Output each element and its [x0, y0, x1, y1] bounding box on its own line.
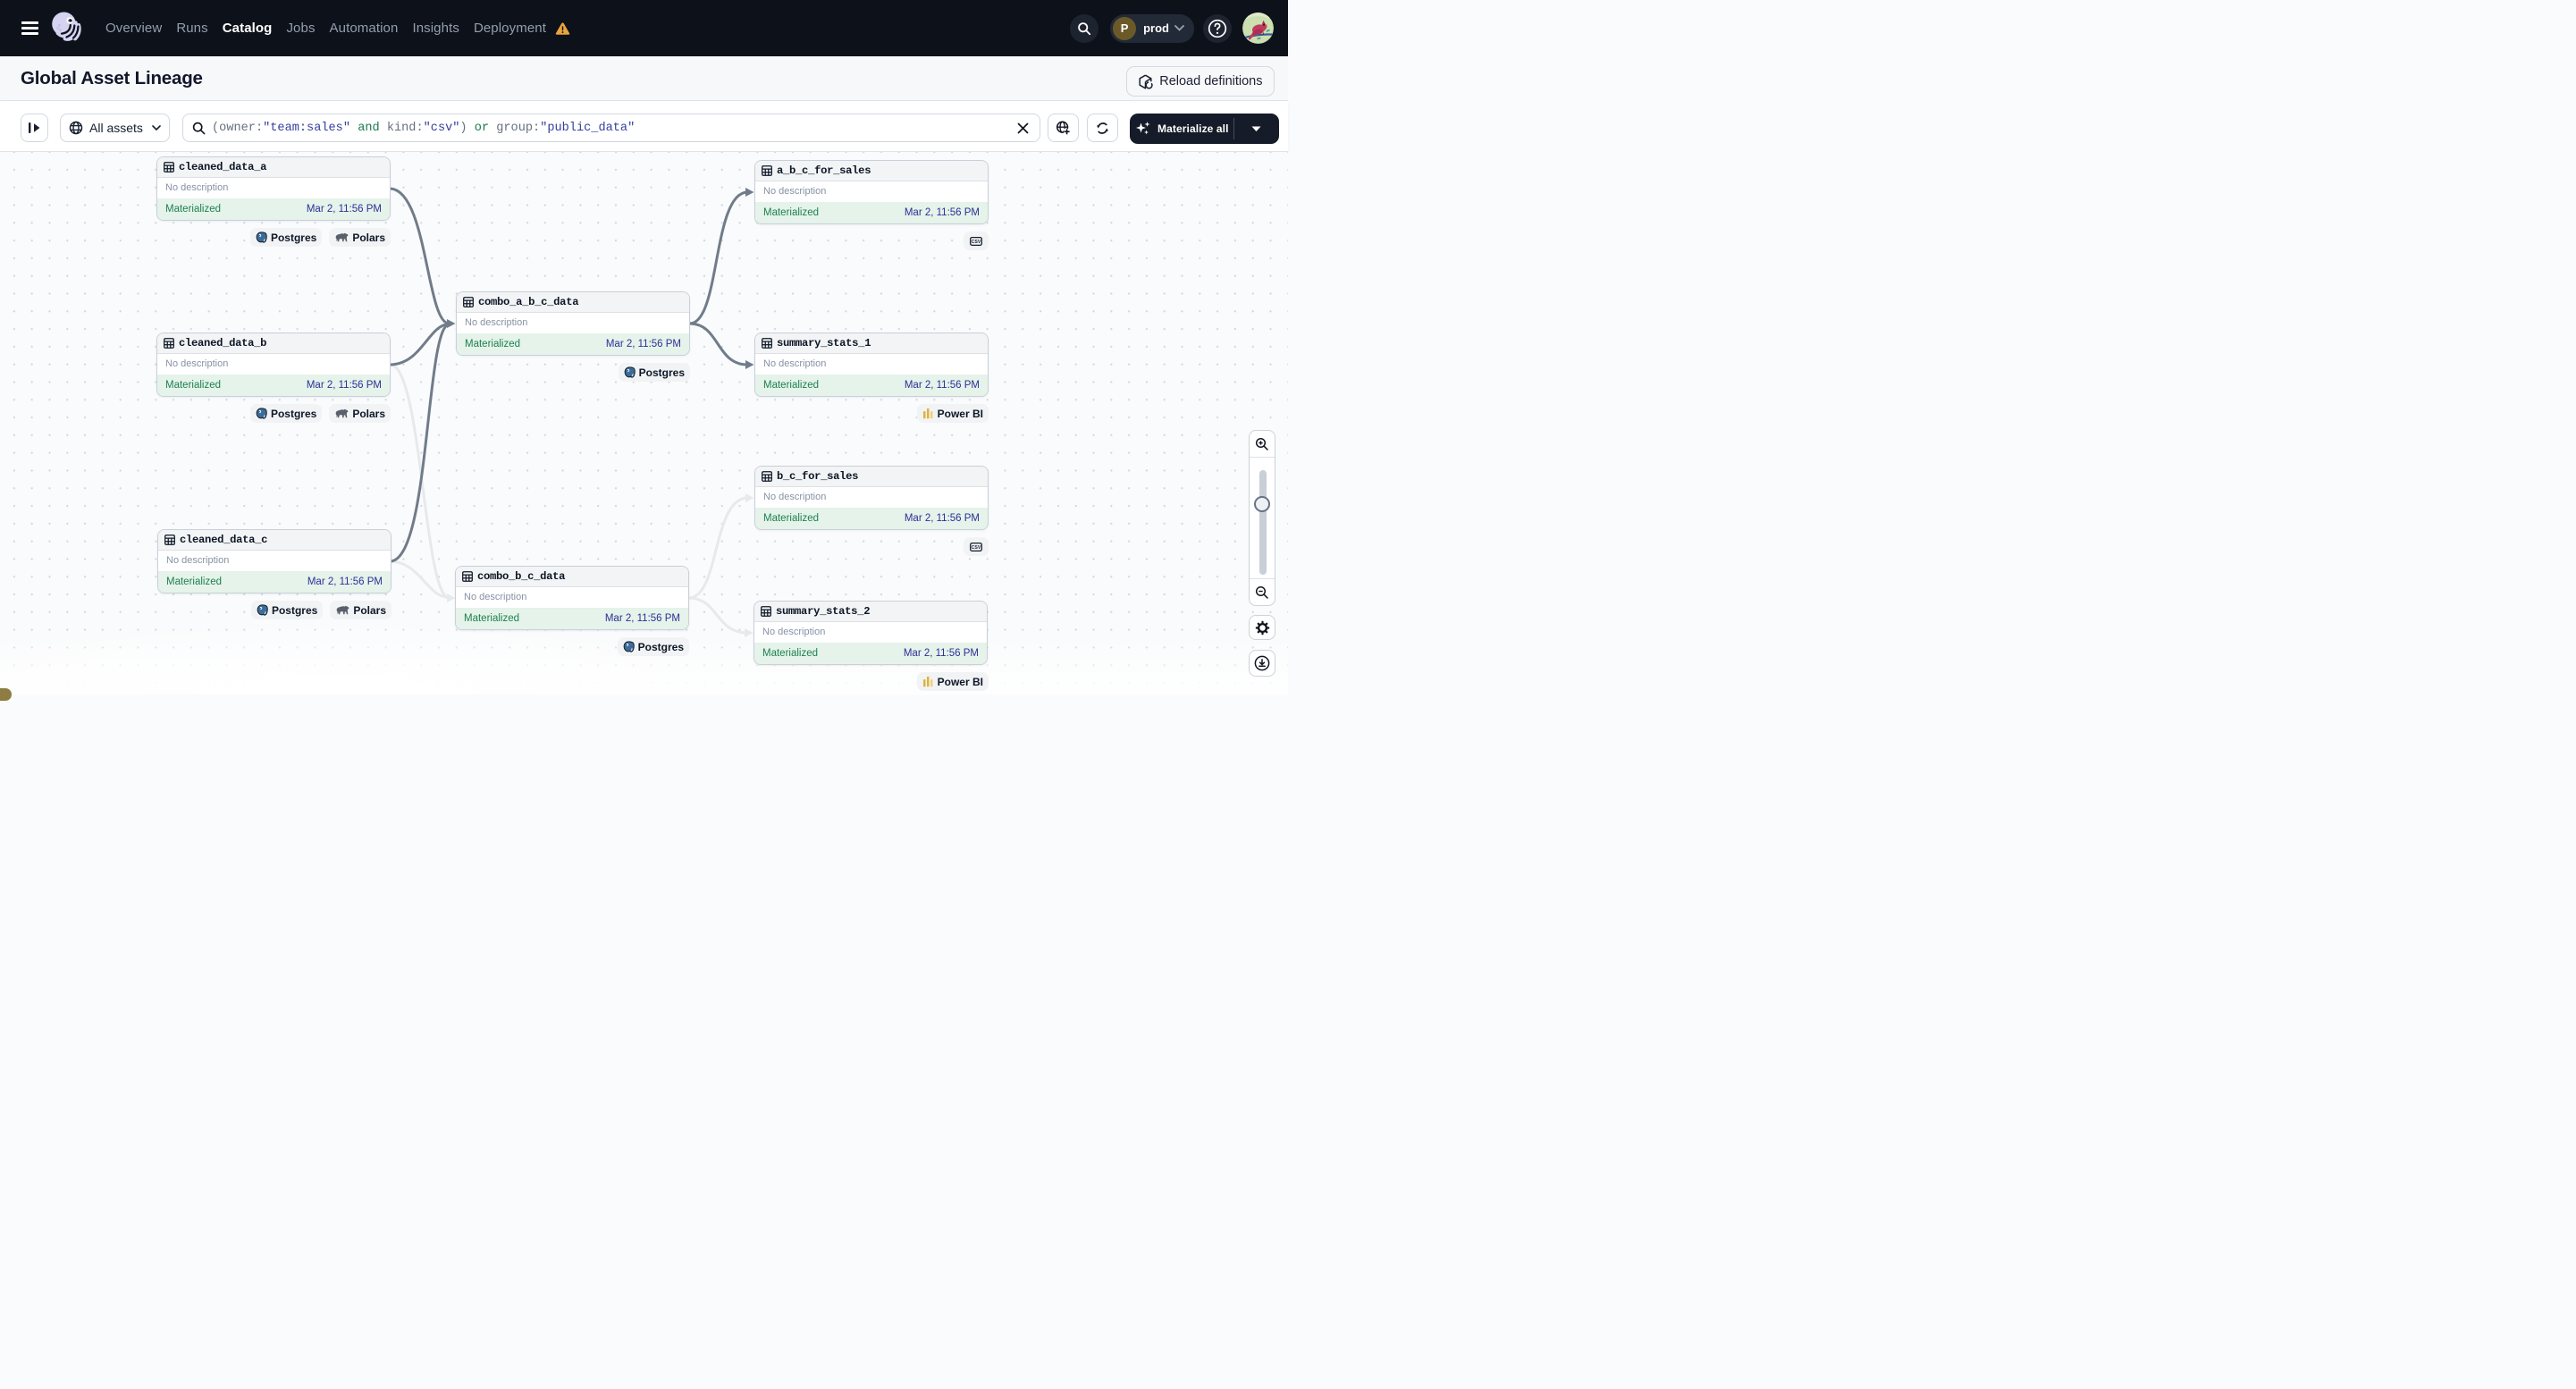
- svg-text:CSV: CSV: [972, 545, 981, 551]
- svg-text:CSV: CSV: [972, 240, 981, 245]
